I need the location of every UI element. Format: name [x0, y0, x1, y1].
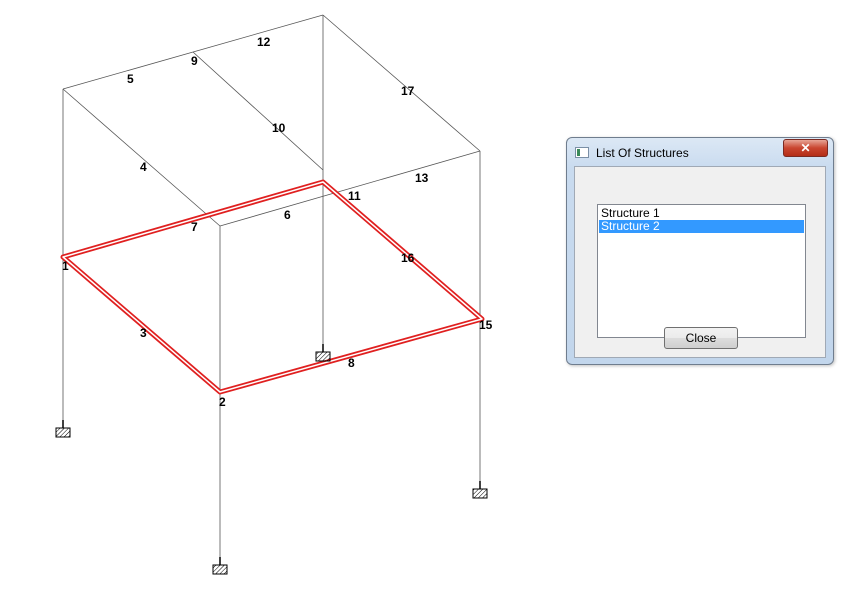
- label-17: 17: [401, 84, 415, 98]
- structure-list[interactable]: Structure 1 Structure 2: [597, 204, 806, 338]
- close-x-button[interactable]: ✕: [783, 139, 828, 157]
- list-item-structure-2[interactable]: Structure 2: [599, 220, 804, 233]
- close-button[interactable]: Close: [664, 327, 738, 349]
- fixed-support-icon[interactable]: [472, 481, 488, 499]
- label-7: 7: [191, 220, 198, 234]
- selected-frame-inner: [62, 181, 483, 393]
- wireframe-members: [62, 14, 481, 563]
- label-9: 9: [191, 54, 198, 68]
- member-top-mid[interactable]: [192, 51, 324, 171]
- label-2: 2: [219, 395, 226, 409]
- label-5: 5: [127, 72, 134, 86]
- label-1: 1: [62, 259, 69, 273]
- selected-members: [60, 179, 485, 395]
- label-10: 10: [272, 121, 286, 135]
- dialog-title: List Of Structures: [596, 146, 689, 160]
- fixed-support-icon[interactable]: [55, 420, 71, 438]
- label-3: 3: [140, 326, 147, 340]
- label-12: 12: [257, 35, 271, 49]
- selected-frame-outer[interactable]: [60, 179, 485, 395]
- dialog-body: Structure 1 Structure 2 Close: [574, 166, 826, 358]
- fixed-support-icon[interactable]: [212, 557, 228, 575]
- label-15: 15: [479, 318, 493, 332]
- member-labels: 1 2 3 4 5 6 7 8 9 10 11 12 13 15 16 17: [62, 35, 493, 409]
- label-4: 4: [140, 160, 147, 174]
- label-13: 13: [415, 171, 429, 185]
- list-of-structures-dialog: List Of Structures ✕ Structure 1 Structu…: [566, 137, 834, 365]
- label-11: 11: [348, 189, 361, 203]
- label-8: 8: [348, 356, 355, 370]
- member-top-left[interactable]: [62, 88, 221, 227]
- window-icon: [575, 147, 589, 158]
- fixed-support-icon[interactable]: [315, 344, 331, 362]
- label-6: 6: [284, 208, 291, 222]
- member-top-right[interactable]: [322, 14, 481, 152]
- label-16: 16: [401, 251, 415, 265]
